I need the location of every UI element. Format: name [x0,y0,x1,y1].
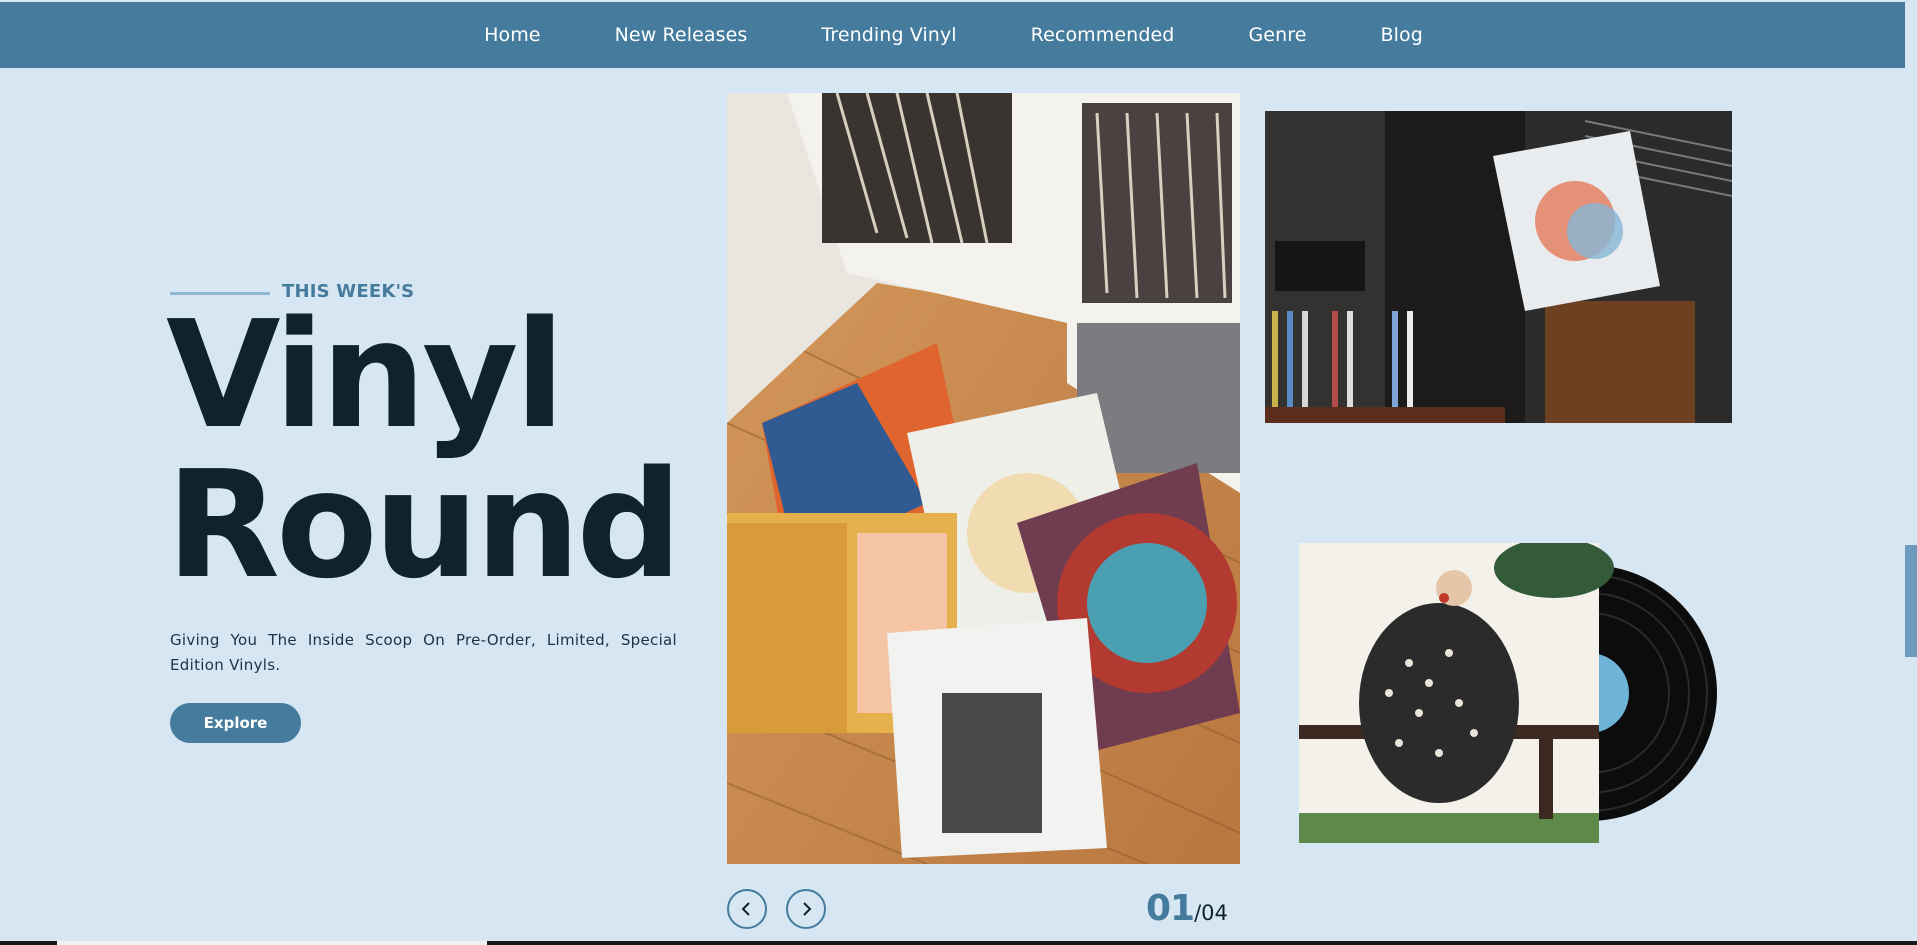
nav-item-blog[interactable]: Blog [1343,24,1459,46]
bottom-edge-strip [0,941,1917,945]
slide-counter-current: 01 [1146,888,1195,929]
hero-title-line-1: Vinyl [166,289,565,461]
album-with-record-photo [1299,543,1719,843]
bottom-edge-highlight [57,941,487,945]
nav-item-trending-vinyl[interactable]: Trending Vinyl [783,24,992,46]
chevron-left-icon [741,902,750,916]
nav-item-genre[interactable]: Genre [1210,24,1342,46]
hero-title-line-2: Round [166,439,682,611]
explore-button[interactable]: Explore [170,703,301,743]
main-vinyl-photo [727,93,1240,864]
main-nav: Home New Releases Trending Vinyl Recomme… [446,24,1459,46]
carousel-next-button[interactable] [786,889,826,929]
slide-counter-total: /04 [1194,901,1228,925]
nav-item-home[interactable]: Home [446,24,577,46]
chevron-right-icon [803,902,812,916]
carousel-prev-button[interactable] [727,889,767,929]
hero-title: Vinyl Round [166,289,682,611]
nav-item-new-releases[interactable]: New Releases [577,24,784,46]
slide-counter: 01/04 [1146,888,1228,929]
person-holding-album-photo [1265,111,1732,423]
top-navigation-bar: Home New Releases Trending Vinyl Recomme… [0,2,1905,68]
scrollbar-thumb[interactable] [1905,545,1917,657]
hero-subtitle: Giving You The Inside Scoop On Pre-Order… [170,631,677,674]
nav-item-recommended[interactable]: Recommended [993,24,1211,46]
